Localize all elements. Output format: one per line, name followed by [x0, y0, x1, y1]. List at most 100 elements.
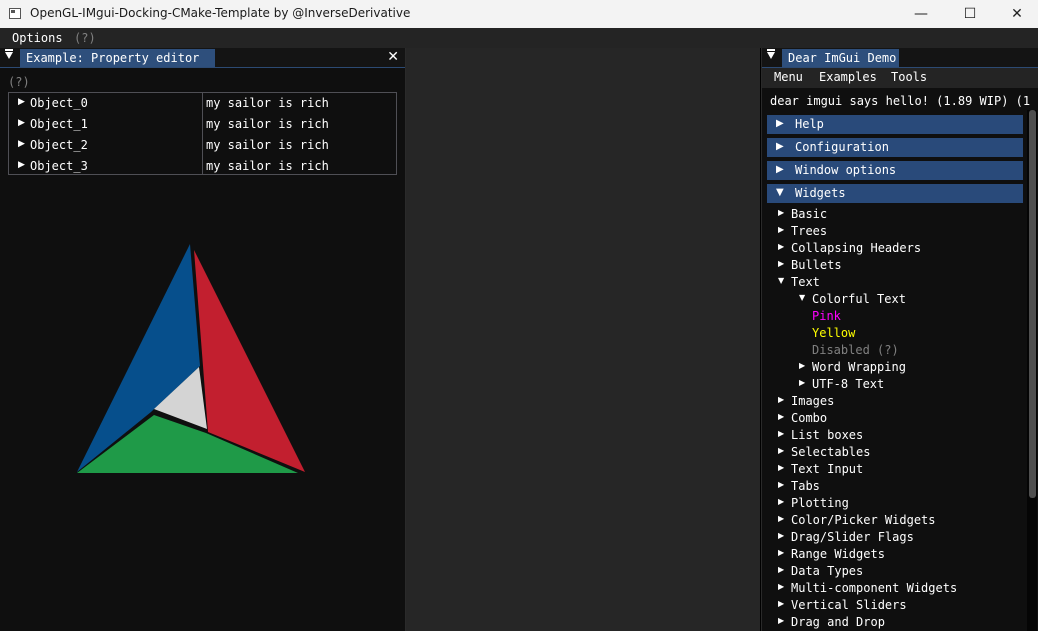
menu-tools[interactable]: Tools	[891, 70, 927, 84]
tree-label: Combo	[791, 411, 828, 425]
tree-node-tabs[interactable]: ▶ Tabs	[762, 478, 1022, 495]
help-marker[interactable]: (?)	[74, 31, 96, 45]
tree-node-images[interactable]: ▶ Images	[762, 393, 1022, 410]
tree-arrow-icon: ▶	[18, 118, 25, 128]
header-configuration[interactable]: ▶ Configuration	[767, 138, 1023, 157]
header-label: Configuration	[795, 140, 889, 154]
text-yellow: Yellow	[762, 325, 1022, 342]
object-name: Object_2	[30, 138, 88, 152]
tree-node-vertical-sliders[interactable]: ▶ Vertical Sliders	[762, 597, 1022, 614]
property-editor-window: Example: Property editor ✕ (?) ▶ Object_…	[0, 48, 406, 631]
collapsed-arrow-icon: ▶	[776, 118, 784, 129]
menu-menu[interactable]: Menu	[774, 70, 803, 84]
tree-label: Colorful Text	[812, 292, 906, 306]
tree-node-utf8-text[interactable]: ▶ UTF-8 Text	[762, 376, 1022, 393]
tree-node-list-boxes[interactable]: ▶ List boxes	[762, 427, 1022, 444]
close-button[interactable]: ✕	[994, 0, 1038, 28]
close-icon[interactable]: ✕	[387, 49, 399, 65]
collapsed-arrow-icon: ▶	[776, 141, 784, 152]
tree-node-drag-slider-flags[interactable]: ▶ Drag/Slider Flags	[762, 529, 1022, 546]
tree-node-text-input[interactable]: ▶ Text Input	[762, 461, 1022, 478]
help-marker[interactable]: (?)	[8, 75, 30, 89]
tree-node-data-types[interactable]: ▶ Data Types	[762, 563, 1022, 580]
tree-arrow-icon: ▶	[778, 395, 785, 404]
tree-label: Bullets	[791, 258, 842, 272]
tree-node-basic[interactable]: ▶ Basic	[762, 206, 1022, 223]
dock-menu-icon[interactable]	[5, 49, 13, 59]
tree-node-word-wrapping[interactable]: ▶ Word Wrapping	[762, 359, 1022, 376]
object-value: my sailor is rich	[206, 159, 329, 173]
tree-arrow-icon: ▶	[778, 259, 785, 268]
tree-node-color-picker[interactable]: ▶ Color/Picker Widgets	[762, 512, 1022, 529]
tab-property-editor[interactable]: Example: Property editor	[20, 49, 215, 67]
scrollbar-thumb[interactable]	[1029, 110, 1036, 498]
tree-arrow-icon: ▶	[778, 531, 785, 540]
tree-arrow-icon: ▶	[778, 616, 785, 625]
table-row[interactable]: ▶ Object_3 my sailor is rich	[9, 156, 396, 177]
tree-arrow-icon: ▶	[18, 139, 25, 149]
header-help[interactable]: ▶ Help	[767, 115, 1023, 134]
tree-node-combo[interactable]: ▶ Combo	[762, 410, 1022, 427]
object-name: Object_1	[30, 117, 88, 131]
tree-arrow-icon: ▶	[799, 361, 806, 370]
object-value: my sailor is rich	[206, 96, 329, 110]
app-icon	[9, 8, 21, 19]
tree-label: Text Input	[791, 462, 864, 476]
property-editor-dock-bar: Example: Property editor ✕	[0, 48, 405, 68]
tree-arrow-icon: ▶	[778, 225, 785, 234]
header-window-options[interactable]: ▶ Window options	[767, 161, 1023, 180]
tree-node-colorful-text[interactable]: ▼ Colorful Text	[762, 291, 1022, 308]
tree-arrow-icon: ▶	[778, 582, 785, 591]
tree-node-bullets[interactable]: ▶ Bullets	[762, 257, 1022, 274]
main-menubar: Options (?)	[0, 28, 1038, 48]
dock-menu-icon[interactable]	[767, 49, 775, 59]
header-widgets[interactable]: ▼ Widgets	[767, 184, 1023, 203]
tree-node-selectables[interactable]: ▶ Selectables	[762, 444, 1022, 461]
object-name: Object_0	[30, 96, 88, 110]
table-row[interactable]: ▶ Object_2 my sailor is rich	[9, 135, 396, 156]
tree-label: Tabs	[791, 479, 820, 493]
options-menu[interactable]: Options	[12, 31, 63, 45]
tree-label: List boxes	[791, 428, 864, 442]
minimize-button[interactable]: —	[898, 0, 944, 28]
tree-node-collapsing-headers[interactable]: ▶ Collapsing Headers	[762, 240, 1022, 257]
tree-expanded-icon: ▼	[799, 293, 806, 302]
tree-arrow-icon: ▶	[778, 463, 785, 472]
tree-label: Selectables	[791, 445, 871, 459]
tree-label: Basic	[791, 207, 828, 221]
tree-arrow-icon: ▶	[778, 497, 785, 506]
menu-examples[interactable]: Examples	[819, 70, 877, 84]
demo-dock-bar: Dear ImGui Demo	[762, 48, 1038, 68]
tree-label: Range Widgets	[791, 547, 885, 561]
table-row[interactable]: ▶ Object_1 my sailor is rich	[9, 114, 396, 135]
table-row[interactable]: ▶ Object_0 my sailor is rich	[9, 93, 396, 114]
tree-arrow-icon: ▶	[18, 160, 25, 170]
tree-node-range-widgets[interactable]: ▶ Range Widgets	[762, 546, 1022, 563]
tree-arrow-icon: ▶	[778, 599, 785, 608]
text-disabled: Disabled (?)	[762, 342, 1022, 359]
tree-arrow-icon: ▶	[778, 446, 785, 455]
tree-label: Vertical Sliders	[791, 598, 907, 612]
tree-arrow-icon: ▶	[778, 548, 785, 557]
tree-node-plotting[interactable]: ▶ Plotting	[762, 495, 1022, 512]
tree-node-multi-component[interactable]: ▶ Multi-component Widgets	[762, 580, 1022, 597]
tree-label: Word Wrapping	[812, 360, 906, 374]
tree-arrow-icon: ▶	[778, 412, 785, 421]
maximize-button[interactable]: ☐	[947, 0, 993, 28]
tree-label: UTF-8 Text	[812, 377, 885, 391]
tab-imgui-demo[interactable]: Dear ImGui Demo	[782, 49, 899, 67]
tree-arrow-icon: ▶	[18, 97, 25, 107]
hello-text: dear imgui says hello! (1.89 WIP) (1	[770, 94, 1031, 108]
tree-node-trees[interactable]: ▶ Trees	[762, 223, 1022, 240]
tree-arrow-icon: ▶	[778, 208, 785, 217]
tree-label: Images	[791, 394, 835, 408]
cmake-logo	[77, 244, 305, 473]
tree-node-text[interactable]: ▼ Text	[762, 274, 1022, 291]
header-label: Widgets	[795, 186, 846, 200]
header-label: Window options	[795, 163, 897, 177]
tree-node-drag-and-drop[interactable]: ▶ Drag and Drop	[762, 614, 1022, 631]
collapsed-arrow-icon: ▶	[776, 164, 784, 175]
tree-label: Data Types	[791, 564, 864, 578]
yellow-text: Yellow	[812, 326, 856, 340]
tree-label: Multi-component Widgets	[791, 581, 958, 595]
